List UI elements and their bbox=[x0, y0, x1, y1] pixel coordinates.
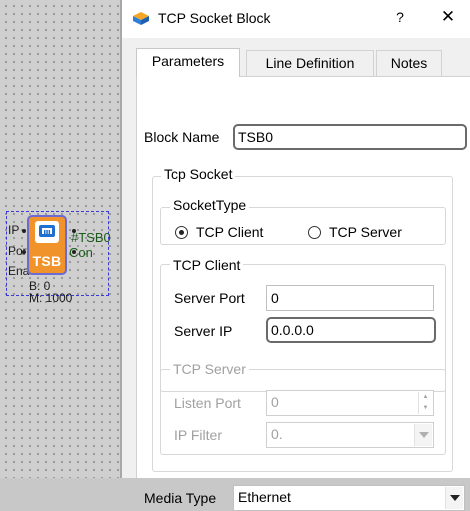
title-bar[interactable]: TCP Socket Block ? ✕ bbox=[122, 0, 470, 38]
ip-filter-combo: 0. bbox=[266, 422, 434, 448]
radio-circle-unchecked bbox=[308, 225, 321, 239]
media-type-select[interactable]: Ethernet bbox=[233, 485, 465, 511]
server-ip-label: Server IP bbox=[174, 323, 233, 339]
app-block-icon bbox=[131, 10, 151, 31]
listen-port-label: Listen Port bbox=[174, 395, 241, 411]
port-label-connected: Con bbox=[69, 245, 93, 260]
server-ip-input[interactable] bbox=[266, 317, 436, 343]
radio-circle-checked bbox=[175, 225, 188, 239]
port-label-ip: IP bbox=[8, 223, 20, 237]
radio-tcp-server[interactable]: TCP Server bbox=[308, 224, 402, 240]
chevron-down-icon[interactable] bbox=[445, 487, 463, 509]
server-port-label: Server Port bbox=[174, 290, 245, 306]
ip-filter-label: IP Filter bbox=[174, 427, 222, 443]
help-button[interactable]: ? bbox=[390, 9, 410, 25]
block-title: TSB bbox=[32, 253, 62, 269]
parameters-panel: Block Name Tcp Socket SocketType TCP Cli… bbox=[136, 76, 470, 511]
close-button[interactable]: ✕ bbox=[438, 7, 458, 27]
spinner-arrows-icon: ▲ ▼ bbox=[418, 392, 432, 414]
server-port-input[interactable] bbox=[266, 285, 434, 311]
socket-type-legend: SocketType bbox=[170, 197, 250, 213]
dialog-body: Parameters Line Definition Notes Block N… bbox=[122, 38, 470, 511]
tcp-socket-legend: Tcp Socket bbox=[161, 166, 236, 182]
dialog-title: TCP Socket Block bbox=[158, 10, 271, 26]
tsb-block[interactable]: TSB bbox=[27, 215, 67, 275]
block-name-input[interactable] bbox=[233, 124, 467, 150]
block-tag: #TSB0 bbox=[71, 230, 111, 245]
input-port-ip[interactable] bbox=[22, 229, 26, 233]
media-type-value: Ethernet bbox=[238, 489, 291, 505]
network-icon bbox=[35, 221, 59, 243]
radio-tcp-client-label: TCP Client bbox=[196, 224, 264, 240]
chevron-down-icon bbox=[414, 424, 432, 446]
block-param-m: M: 1000 bbox=[29, 291, 73, 305]
tcp-client-legend: TCP Client bbox=[170, 257, 244, 273]
media-type-label: Media Type bbox=[144, 490, 217, 506]
tab-line-definition[interactable]: Line Definition bbox=[246, 50, 374, 76]
tab-notes[interactable]: Notes bbox=[376, 50, 442, 76]
input-port-port[interactable] bbox=[22, 250, 26, 254]
listen-port-value: 0 bbox=[271, 394, 279, 410]
tab-parameters[interactable]: Parameters bbox=[136, 48, 240, 77]
tcp-socket-dialog: TCP Socket Block ? ✕ Parameters Line Def… bbox=[122, 0, 470, 511]
diagram-canvas[interactable]: IP Por Ena TSB #TSB0 Con B: 0 M: 1000 bbox=[0, 0, 122, 478]
block-name-label: Block Name bbox=[144, 129, 220, 145]
ip-filter-value: 0. bbox=[271, 426, 283, 442]
radio-tcp-server-label: TCP Server bbox=[329, 224, 402, 240]
tcp-server-legend: TCP Server bbox=[170, 361, 249, 377]
listen-port-stepper: 0 ▲ ▼ bbox=[266, 390, 434, 416]
radio-tcp-client[interactable]: TCP Client bbox=[175, 224, 263, 240]
